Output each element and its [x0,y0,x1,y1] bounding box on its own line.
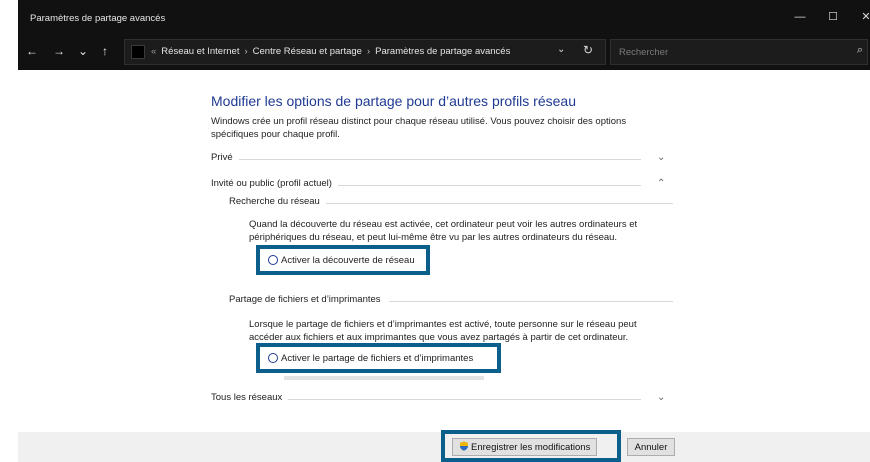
section-invite-public[interactable]: Invité ou public (profil actuel) ⌃ [211,178,676,192]
radio-enable-network-discovery-label: Activer la découverte de réseau [281,255,415,266]
recent-locations-button[interactable]: ⌄ [75,43,91,59]
navigation-bar: ← → ⌄ ↑ « Réseau et Internet › Centre Résea… [18,32,870,70]
back-button[interactable]: ← [24,43,40,59]
subsection-network-discovery-title: Recherche du réseau [229,196,326,207]
breadcrumb-item-parametres-partage[interactable]: Paramètres de partage avancés [375,46,510,57]
page-title: Modifier les options de partage pour d’a… [211,93,576,109]
section-tous-reseaux-label: Tous les réseaux [211,392,289,403]
section-prive[interactable]: Privé ⌄ [211,152,676,166]
divider [231,159,641,160]
forward-button[interactable]: → [51,43,67,59]
radio-enable-file-sharing[interactable]: Activer le partage de fichiers et d’impr… [268,353,473,364]
breadcrumb-separator[interactable]: › [244,46,247,57]
radio-enable-file-sharing-label: Activer le partage de fichiers et d’impr… [281,353,474,364]
cancel-button[interactable]: Annuler [627,438,675,456]
address-dropdown-icon[interactable]: ⌄ [557,44,565,55]
save-changes-button[interactable]: Enregistrer les modifications [452,438,598,456]
close-button[interactable]: ✕ [856,9,870,25]
main-content: Modifier les options de partage pour d’a… [18,70,870,432]
subsection-network-discovery: Recherche du réseau [229,196,679,210]
chevron-down-icon[interactable]: ⌄ [657,392,665,403]
explorer-window: Paramètres de partage avancés — ☐ ✕ ← → … [18,0,870,462]
radio-enable-network-discovery[interactable]: Activer la découverte de réseau [268,255,415,266]
radio-button[interactable] [268,255,278,265]
breadcrumb: « Réseau et Internet › Centre Réseau et par… [151,46,510,57]
address-bar[interactable]: « Réseau et Internet › Centre Réseau et par… [124,39,606,65]
file-sharing-description: Lorsque le partage de fichiers et d’impr… [249,319,637,343]
breadcrumb-item-centre-reseau[interactable]: Centre Réseau et partage [253,46,362,57]
search-icon[interactable]: ⌕ [857,44,863,57]
uac-shield-icon [460,441,468,451]
up-button[interactable]: ↑ [97,43,113,59]
breadcrumb-overflow[interactable]: « [151,46,156,57]
minimize-button[interactable]: — [790,9,810,25]
divider [331,185,641,186]
radio-button[interactable] [268,353,278,363]
section-prive-label: Privé [211,152,239,163]
chevron-down-icon[interactable]: ⌄ [657,152,665,163]
subsection-file-sharing: Partage de fichiers et d’imprimantes [229,294,679,308]
page-description: Windows crée un profil réseau distinct p… [211,116,627,140]
divider [281,399,641,400]
maximize-button[interactable]: ☐ [823,9,843,25]
divider [319,203,673,204]
refresh-icon[interactable]: ↻ [583,43,593,57]
section-tous-reseaux[interactable]: Tous les réseaux ⌄ [211,392,676,406]
search-box[interactable]: ⌕ [610,39,868,65]
title-bar: Paramètres de partage avancés — ☐ ✕ [18,0,870,32]
section-invite-public-label: Invité ou public (profil actuel) [211,178,338,189]
control-panel-icon [131,45,145,59]
save-changes-label: Enregistrer les modifications [471,442,591,453]
network-discovery-description: Quand la découverte du réseau est activé… [249,219,638,243]
search-input[interactable] [617,44,841,61]
divider [389,301,673,302]
window-title: Paramètres de partage avancés [30,13,166,24]
obscured-option [284,376,484,380]
subsection-file-sharing-title: Partage de fichiers et d’imprimantes [229,294,387,305]
breadcrumb-separator[interactable]: › [367,46,370,57]
chevron-up-icon[interactable]: ⌃ [657,178,665,189]
breadcrumb-item-reseau-internet[interactable]: Réseau et Internet [161,46,239,57]
footer-bar: Enregistrer les modifications Annuler [18,430,870,462]
